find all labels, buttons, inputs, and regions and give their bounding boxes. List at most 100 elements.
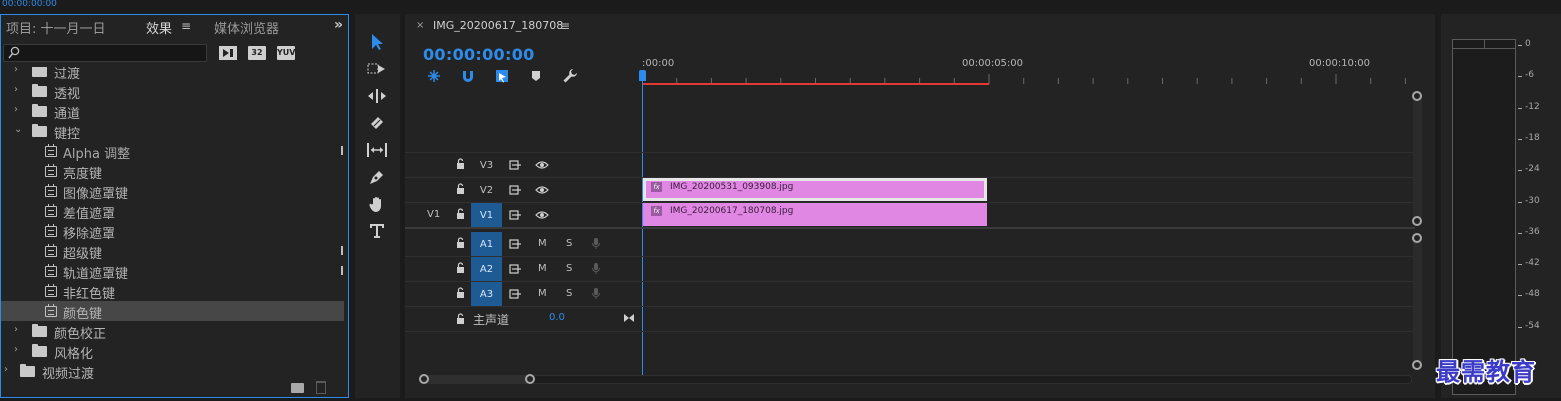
work-area-bar[interactable]	[642, 83, 989, 85]
time-ruler[interactable]: :00:00 00:00:05:00 00:00:10:00	[642, 54, 1412, 86]
track-target-v1[interactable]: V1	[471, 203, 502, 227]
voiceover-mic-icon[interactable]	[591, 237, 601, 250]
zoom-knob-right[interactable]	[525, 374, 535, 384]
mute-button[interactable]: M	[538, 238, 547, 249]
scroll-knob[interactable]	[1412, 216, 1422, 226]
scroll-knob[interactable]	[1412, 233, 1422, 243]
zoom-knob-left[interactable]	[419, 374, 429, 384]
lock-icon[interactable]	[456, 158, 465, 169]
razor-tool-icon[interactable]	[363, 111, 391, 135]
trash-icon[interactable]	[316, 381, 326, 394]
source-patch-v1[interactable]: V1	[427, 209, 440, 220]
go-to-end-icon[interactable]	[623, 312, 635, 324]
tree-folder[interactable]: ⌄ 键控	[1, 121, 344, 142]
playhead-timecode[interactable]: 00:00:00:00	[423, 45, 535, 64]
timeline-horizontal-scrollbar[interactable]	[419, 375, 1412, 384]
solo-button[interactable]: S	[566, 263, 572, 274]
sync-lock-film-icon[interactable]	[509, 160, 522, 170]
track-target-a1[interactable]: A1	[471, 232, 502, 256]
panel-menu-icon[interactable]: ≡	[181, 19, 191, 33]
snap-magnet-icon[interactable]	[460, 68, 476, 84]
tab-media-browser[interactable]: 媒体浏览器	[214, 18, 279, 37]
tree-effect[interactable]: 颜色键	[1, 301, 344, 322]
tree-folder[interactable]: › 通道	[1, 101, 344, 122]
search-input[interactable]	[3, 44, 207, 62]
chevron-right-icon[interactable]: ›	[14, 345, 24, 355]
yuv-effects-button[interactable]: YUV	[277, 46, 295, 60]
lock-icon[interactable]	[456, 237, 465, 248]
track-target-a2[interactable]: A2	[471, 257, 502, 281]
clip-v2[interactable]: fx IMG_20200531_093908.jpg	[643, 178, 987, 201]
sync-lock-film-icon[interactable]	[509, 289, 522, 299]
tree-effect[interactable]: 移除遮罩	[1, 221, 344, 242]
lock-icon[interactable]	[456, 262, 465, 273]
slip-tool-icon[interactable]	[363, 138, 391, 162]
mute-button[interactable]: M	[538, 288, 547, 299]
voiceover-mic-icon[interactable]	[591, 287, 601, 300]
tree-folder[interactable]: › 视频过渡	[1, 361, 344, 379]
tab-effects[interactable]: 效果	[146, 18, 172, 37]
chevron-right-icon[interactable]: ›	[4, 365, 14, 375]
accelerated-effects-icon[interactable]	[219, 46, 237, 60]
32bit-effects-button[interactable]: 32	[248, 46, 266, 60]
scroll-knob[interactable]	[1412, 360, 1422, 370]
tree-effect[interactable]: Alpha 调整	[1, 141, 344, 162]
chevron-down-icon[interactable]: ⌄	[14, 125, 24, 135]
chevron-right-icon[interactable]: ›	[14, 325, 24, 335]
linked-selection-icon[interactable]	[494, 68, 510, 84]
lock-icon[interactable]	[456, 208, 465, 219]
master-volume-value[interactable]: 0.0	[549, 312, 565, 323]
tree-folder[interactable]: › 风格化	[1, 341, 344, 362]
solo-button[interactable]: S	[566, 288, 572, 299]
track-target-v2[interactable]: V2	[471, 178, 502, 202]
lock-icon[interactable]	[456, 313, 465, 324]
mute-button[interactable]: M	[538, 263, 547, 274]
toggle-output-eye-icon[interactable]	[535, 160, 549, 170]
sync-lock-film-icon[interactable]	[509, 185, 522, 195]
tree-effect[interactable]: 差值遮罩	[1, 201, 344, 222]
tree-folder[interactable]: › 透视	[1, 81, 344, 102]
pen-tool-icon[interactable]	[363, 165, 391, 189]
close-sequence-icon[interactable]: ×	[416, 20, 424, 31]
tree-effect[interactable]: 轨道遮罩键	[1, 261, 344, 282]
voiceover-mic-icon[interactable]	[591, 262, 601, 275]
clip-v1[interactable]: fx IMG_20200617_180708.jpg	[643, 203, 987, 226]
tab-project[interactable]: 项目: 十一月一日	[6, 18, 106, 37]
toggle-output-eye-icon[interactable]	[535, 185, 549, 195]
scroll-knob[interactable]	[1412, 91, 1422, 101]
track-target-v3[interactable]: V3	[471, 153, 502, 177]
tree-folder[interactable]: › 过渡	[1, 67, 344, 82]
add-marker-icon[interactable]	[528, 68, 544, 84]
sync-lock-film-icon[interactable]	[509, 239, 522, 249]
sequence-tab[interactable]: IMG_20200617_180708	[433, 19, 563, 32]
sync-lock-film-icon[interactable]	[509, 210, 522, 220]
chevron-right-icon[interactable]: ›	[14, 105, 24, 115]
new-bin-icon[interactable]	[291, 383, 304, 393]
sequence-menu-icon[interactable]: ≡	[560, 19, 570, 33]
audio-vertical-scrollbar[interactable]	[1413, 238, 1422, 368]
tree-folder[interactable]: › 颜色校正	[1, 321, 344, 342]
tree-effect[interactable]: 图像遮罩键	[1, 181, 344, 202]
ripple-edit-tool-icon[interactable]	[363, 84, 391, 108]
sync-lock-film-icon[interactable]	[509, 264, 522, 274]
video-vertical-scrollbar[interactable]	[1413, 96, 1422, 221]
selection-tool-icon[interactable]	[363, 30, 391, 54]
tree-effect[interactable]: 亮度键	[1, 161, 344, 182]
chevron-right-icon[interactable]: ›	[14, 67, 24, 75]
more-panels-icon[interactable]: »	[334, 17, 343, 33]
video-audio-divider[interactable]	[405, 227, 1415, 229]
type-tool-icon[interactable]	[363, 219, 391, 243]
solo-button[interactable]: S	[566, 238, 572, 249]
hscroll-thumb[interactable]	[420, 376, 530, 383]
hand-tool-icon[interactable]	[363, 192, 391, 216]
track-select-tool-icon[interactable]	[363, 57, 391, 81]
lock-icon[interactable]	[456, 287, 465, 298]
timeline-settings-wrench-icon[interactable]	[562, 68, 578, 84]
track-target-a3[interactable]: A3	[471, 282, 502, 306]
chevron-right-icon[interactable]: ›	[14, 85, 24, 95]
tree-effect[interactable]: 非红色键	[1, 281, 344, 302]
nest-toggle-icon[interactable]	[426, 68, 442, 84]
tree-effect[interactable]: 超级键	[1, 241, 344, 262]
lock-icon[interactable]	[456, 183, 465, 194]
toggle-output-eye-icon[interactable]	[535, 210, 549, 220]
